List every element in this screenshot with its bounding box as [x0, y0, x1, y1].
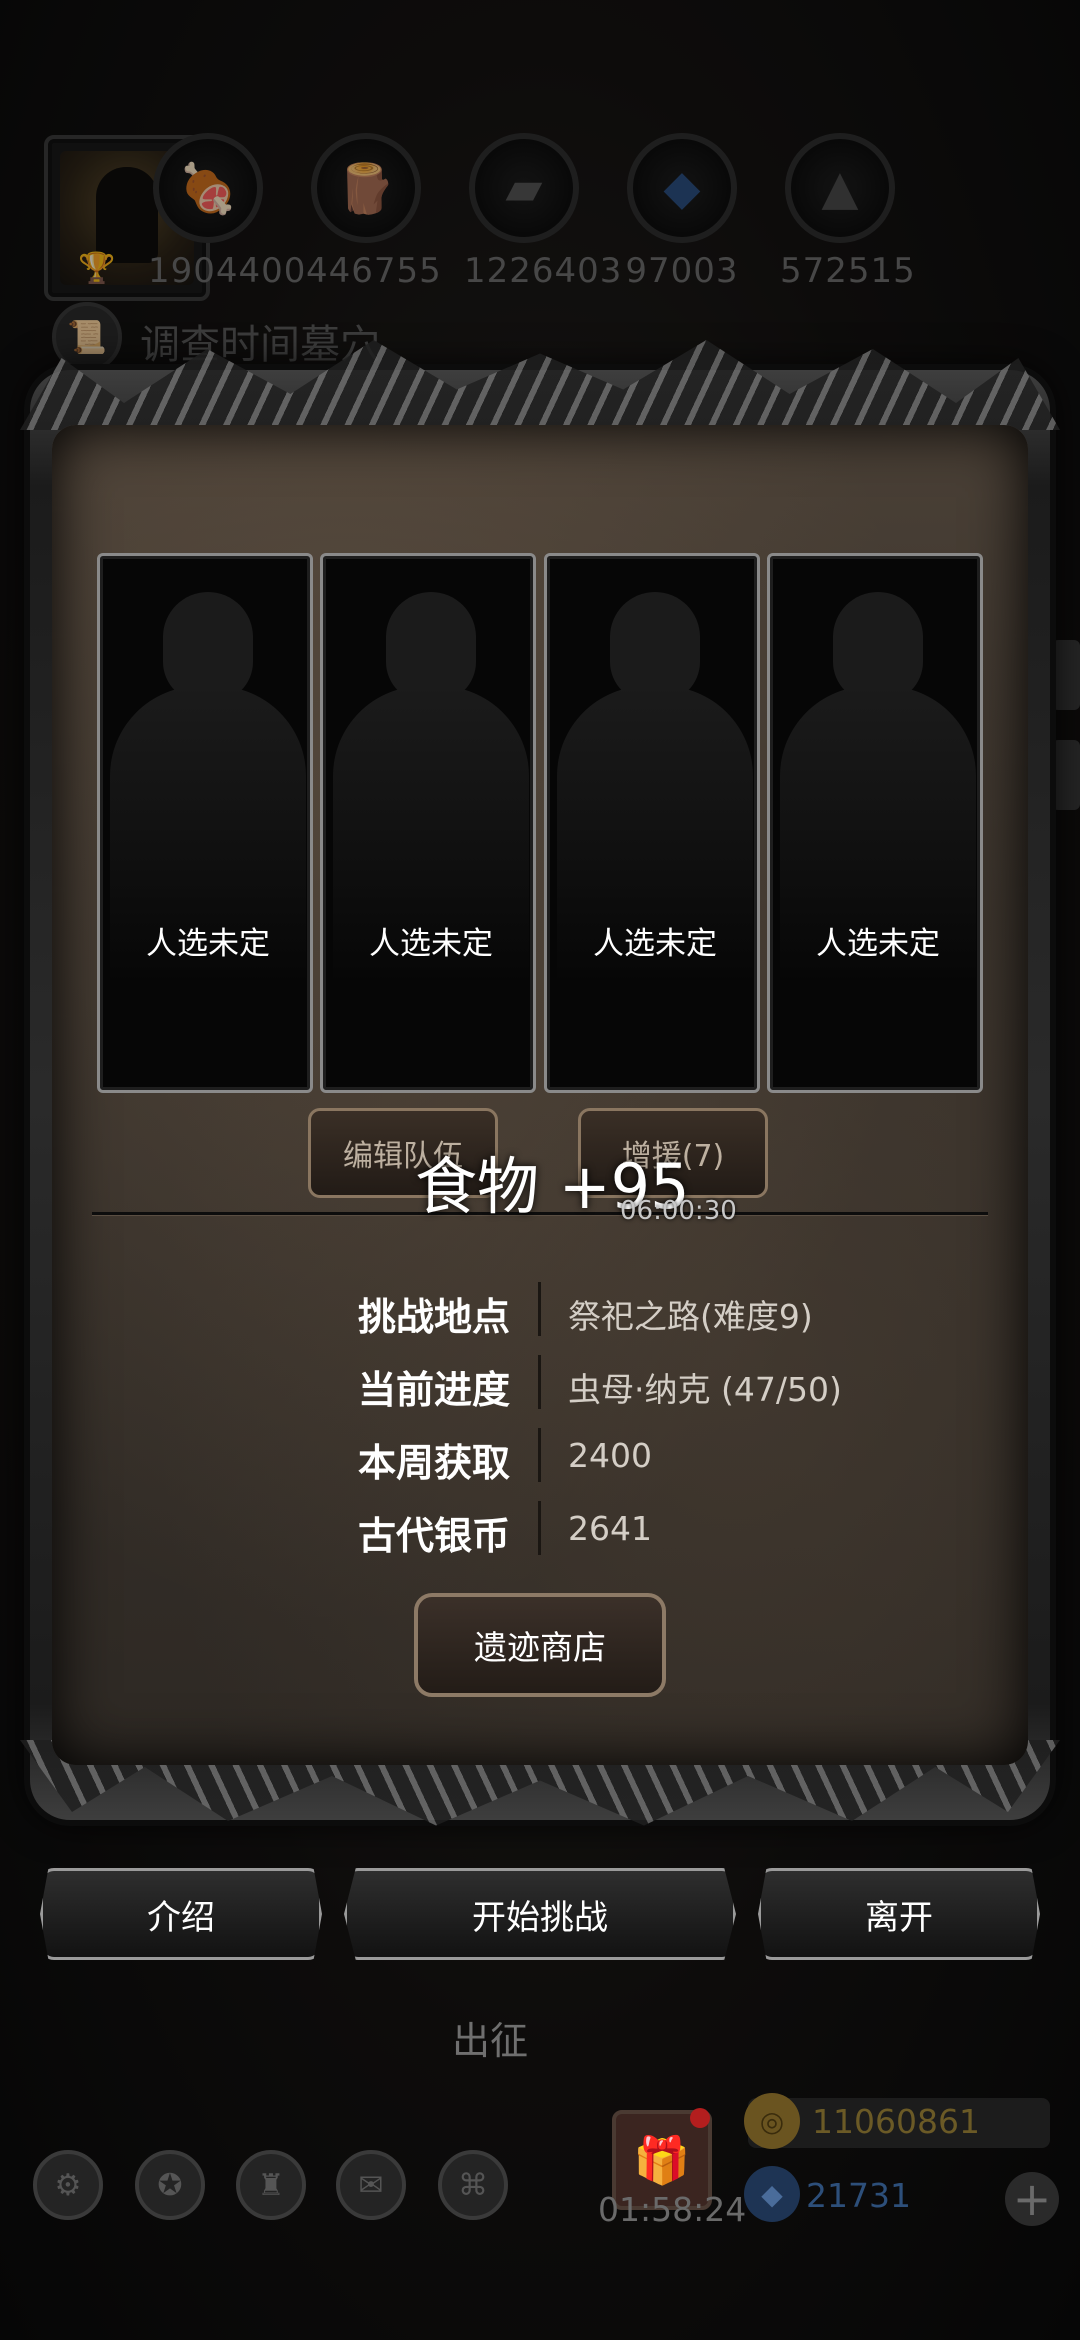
hero-slot-2[interactable]: 人选未定	[320, 553, 536, 1093]
intro-button[interactable]: 介绍	[40, 1868, 322, 1960]
divider	[538, 1282, 541, 1336]
info-row-silver: 古代银币 2641	[0, 1499, 1080, 1559]
gold-coin-icon: ◎	[744, 2093, 800, 2149]
gift-timer: 01:58:24	[598, 2190, 747, 2229]
notification-dot	[690, 2108, 710, 2128]
info-label: 古代银币	[357, 1514, 510, 1558]
castle-icon[interactable]: ♜	[236, 2150, 306, 2220]
info-row-weekly: 本周获取 2400	[0, 1426, 1080, 1486]
settings-icon[interactable]: ⚙	[33, 2150, 103, 2220]
info-row-location: 挑战地点 祭祀之路(难度9)	[0, 1280, 1080, 1340]
map-icon[interactable]: ⌘	[438, 2150, 508, 2220]
gem-value: 21731	[806, 2176, 911, 2215]
info-label: 本周获取	[357, 1441, 510, 1485]
slot-label: 人选未定	[146, 926, 270, 962]
slot-label: 人选未定	[593, 926, 717, 962]
sortie-label[interactable]: 出征	[452, 2010, 528, 2065]
slot-label: 人选未定	[369, 926, 493, 962]
info-label: 挑战地点	[357, 1295, 510, 1339]
add-gems-button[interactable]: +	[1005, 2172, 1059, 2226]
info-value: 祭祀之路(难度9)	[568, 1297, 813, 1336]
mail-icon[interactable]: ✉	[336, 2150, 406, 2220]
divider	[538, 1501, 541, 1555]
info-row-progress: 当前进度 虫母·纳克 (47/50)	[0, 1353, 1080, 1413]
info-value: 2400	[568, 1436, 652, 1475]
hero-slot-3[interactable]: 人选未定	[544, 553, 760, 1093]
divider	[538, 1428, 541, 1482]
info-label: 当前进度	[357, 1368, 510, 1412]
info-value: 虫母·纳克 (47/50)	[568, 1370, 842, 1409]
gold-value: 11060861	[812, 2102, 980, 2141]
slot-label: 人选未定	[816, 926, 940, 962]
alliance-icon[interactable]: ✪	[135, 2150, 205, 2220]
divider	[538, 1355, 541, 1409]
hero-slot-1[interactable]: 人选未定	[97, 553, 313, 1093]
ruins-shop-button[interactable]: 遗迹商店	[414, 1593, 666, 1697]
reinforce-timer: 06:00:30	[620, 1196, 737, 1226]
start-challenge-button[interactable]: 开始挑战	[344, 1868, 736, 1960]
leave-button[interactable]: 离开	[758, 1868, 1040, 1960]
gem-icon: ◆	[744, 2166, 800, 2222]
info-value: 2641	[568, 1509, 652, 1548]
hero-slot-4[interactable]: 人选未定	[767, 553, 983, 1093]
